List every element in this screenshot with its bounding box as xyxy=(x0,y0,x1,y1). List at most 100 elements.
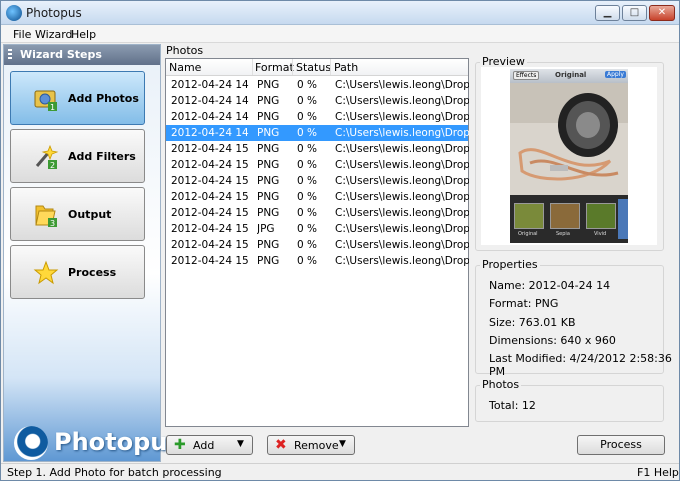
table-row[interactable]: 2012-04-24 15 PNG 0 % C:\Users\lewis.leong\… xyxy=(166,173,469,189)
cell-path: C:\Users\lewis.leong\Dropb... xyxy=(335,127,469,139)
table-row[interactable]: 2012-04-24 15 PNG 0 % C:\Users\lewis.leong\… xyxy=(166,253,469,269)
phone-filmstrip: Original Sepia Vivid xyxy=(510,195,628,243)
title-bar[interactable]: Photopus ▁ □ ✕ xyxy=(1,1,679,25)
table-row[interactable]: 2012-04-24 14 PNG 0 % C:\Users\lewis.leong\… xyxy=(166,93,469,109)
plus-icon: ✚ xyxy=(174,437,186,453)
cell-name: 2012-04-24 15 xyxy=(171,239,249,251)
column-divider xyxy=(330,59,331,75)
cell-status: 0 % xyxy=(297,95,317,107)
cell-status: 0 % xyxy=(297,223,317,235)
wizard-steps-header: Wizard Steps xyxy=(4,45,160,65)
remove-x-icon: ✖ xyxy=(275,437,287,453)
step-process[interactable]: Process xyxy=(10,245,145,299)
phone-toolbar: Effects Original Apply xyxy=(510,69,628,83)
cell-format: PNG xyxy=(257,111,280,123)
remove-button-label: Remove xyxy=(294,439,339,452)
menu-help[interactable]: Help xyxy=(71,28,96,41)
step-label-output: Output xyxy=(68,208,112,221)
table-row[interactable]: 2012-04-24 15 PNG 0 % C:\Users\lewis.leong\… xyxy=(166,205,469,221)
remove-button[interactable]: ✖ Remove ▼ xyxy=(267,435,355,455)
cell-name: 2012-04-24 15 xyxy=(171,191,249,203)
photos-group-title: Photos xyxy=(166,44,204,57)
cell-status: 0 % xyxy=(297,143,317,155)
cell-path: C:\Users\lewis.leong\Dropb... xyxy=(335,95,469,107)
step-label-add-photos: Add Photos xyxy=(68,92,139,105)
cell-format: PNG xyxy=(257,143,280,155)
cell-status: 0 % xyxy=(297,239,317,251)
cell-name: 2012-04-24 15 xyxy=(171,159,249,171)
cell-format: PNG xyxy=(257,127,280,139)
minimize-button[interactable]: ▁ xyxy=(595,5,620,21)
close-button[interactable]: ✕ xyxy=(649,5,675,21)
step-output[interactable]: 3 Output xyxy=(10,187,145,241)
photos-total: Total: 12 xyxy=(489,399,536,412)
chevron-down-icon[interactable]: ▼ xyxy=(237,439,244,449)
cell-format: PNG xyxy=(257,95,280,107)
folder-icon: 3 xyxy=(35,205,57,228)
step-add-filters[interactable]: 2 Add Filters xyxy=(10,129,145,183)
cell-status: 0 % xyxy=(297,79,317,91)
chevron-down-icon[interactable]: ▼ xyxy=(339,439,346,449)
add-button-label: Add xyxy=(193,439,215,452)
menu-bar: File Wizard Help xyxy=(1,25,679,43)
table-row[interactable]: 2012-04-24 15 PNG 0 % C:\Users\lewis.leong\… xyxy=(166,157,469,173)
filmstrip-label: Sepia xyxy=(556,231,570,237)
cell-name: 2012-04-24 15 xyxy=(171,255,249,267)
table-row[interactable]: 2012-04-24 15 PNG 0 % C:\Users\lewis.leong\… xyxy=(166,189,469,205)
phone-title: Original xyxy=(555,71,587,79)
cell-format: JPG xyxy=(257,223,275,235)
list-header: Name Format Status Path xyxy=(166,59,468,76)
phone-apply-button: Apply xyxy=(605,71,626,78)
wizard-steps-title: Wizard Steps xyxy=(20,48,102,61)
column-path[interactable]: Path xyxy=(334,61,358,74)
table-row[interactable]: 2012-04-24 15 PNG 0 % C:\Users\lewis.leong\… xyxy=(166,141,469,157)
step-label-process: Process xyxy=(68,266,117,279)
cell-status: 0 % xyxy=(297,255,317,267)
cell-format: PNG xyxy=(257,255,280,267)
cell-format: PNG xyxy=(257,239,280,251)
wizard-sidebar: Wizard Steps 1 Add Photos 2 Add Filters xyxy=(3,44,182,462)
column-name[interactable]: Name xyxy=(169,61,201,74)
step-label-add-filters: Add Filters xyxy=(68,150,136,163)
svg-text:1: 1 xyxy=(50,103,55,112)
grip-icon xyxy=(8,49,12,61)
table-row[interactable]: 2012-04-24 14 PNG 0 % C:\Users\lewis.leong\… xyxy=(166,109,469,125)
column-divider xyxy=(292,59,293,75)
property-dimensions: Dimensions: 640 x 960 xyxy=(489,334,616,347)
table-row[interactable]: 2012-04-24 14 PNG 0 % C:\Users\lewis.leong\… xyxy=(166,77,469,93)
cell-path: C:\Users\lewis.leong\Dropb... xyxy=(335,175,469,187)
property-name: Name: 2012-04-24 14 xyxy=(489,279,611,292)
cell-path: C:\Users\lewis.leong\Dropb... xyxy=(335,191,469,203)
process-button[interactable]: Process xyxy=(577,435,665,455)
column-divider xyxy=(252,59,253,75)
filmstrip-thumb xyxy=(514,203,544,229)
step-add-photos[interactable]: 1 Add Photos xyxy=(10,71,145,125)
table-row[interactable]: 2012-04-24 14 PNG 0 % C:\Users\lewis.leong\… xyxy=(166,125,469,141)
property-modified: Last Modified: 4/24/2012 2:58:36 PM xyxy=(489,352,672,378)
photos-list[interactable]: Name Format Status Path 2012-04-24 14 PNG… xyxy=(165,58,469,427)
menu-file[interactable]: File xyxy=(13,28,31,41)
column-format[interactable]: Format xyxy=(255,61,294,74)
column-status[interactable]: Status xyxy=(296,61,331,74)
filmstrip-thumb xyxy=(550,203,580,229)
add-photos-icon: 1 xyxy=(34,90,57,112)
property-size: Size: 763.01 KB xyxy=(489,316,576,329)
cell-name: 2012-04-24 15 xyxy=(171,223,249,235)
cell-status: 0 % xyxy=(297,159,317,171)
filmstrip-thumb xyxy=(586,203,616,229)
table-row[interactable]: 2012-04-24 15 PNG 0 % C:\Users\lewis.leong\… xyxy=(166,237,469,253)
phone-effects-button: Effects xyxy=(513,71,540,80)
photopus-logo xyxy=(14,426,48,460)
maximize-button[interactable]: □ xyxy=(622,5,647,21)
cell-name: 2012-04-24 14 xyxy=(171,79,249,91)
cell-path: C:\Users\lewis.leong\Dropb... xyxy=(335,255,469,267)
menu-wizard[interactable]: Wizard xyxy=(35,28,73,41)
cell-path: C:\Users\lewis.leong\Dropb... xyxy=(335,207,469,219)
table-row[interactable]: 2012-04-24 15 JPG 0 % C:\Users\lewis.leong\… xyxy=(166,221,469,237)
svg-text:2: 2 xyxy=(50,161,55,170)
cell-name: 2012-04-24 14 xyxy=(171,95,249,107)
status-bar: Step 1. Add Photo for batch processing F… xyxy=(1,463,679,480)
brand-text: Photopus xyxy=(54,428,182,456)
add-button[interactable]: ✚ Add ▼ xyxy=(166,435,253,455)
cell-name: 2012-04-24 14 xyxy=(171,127,249,139)
